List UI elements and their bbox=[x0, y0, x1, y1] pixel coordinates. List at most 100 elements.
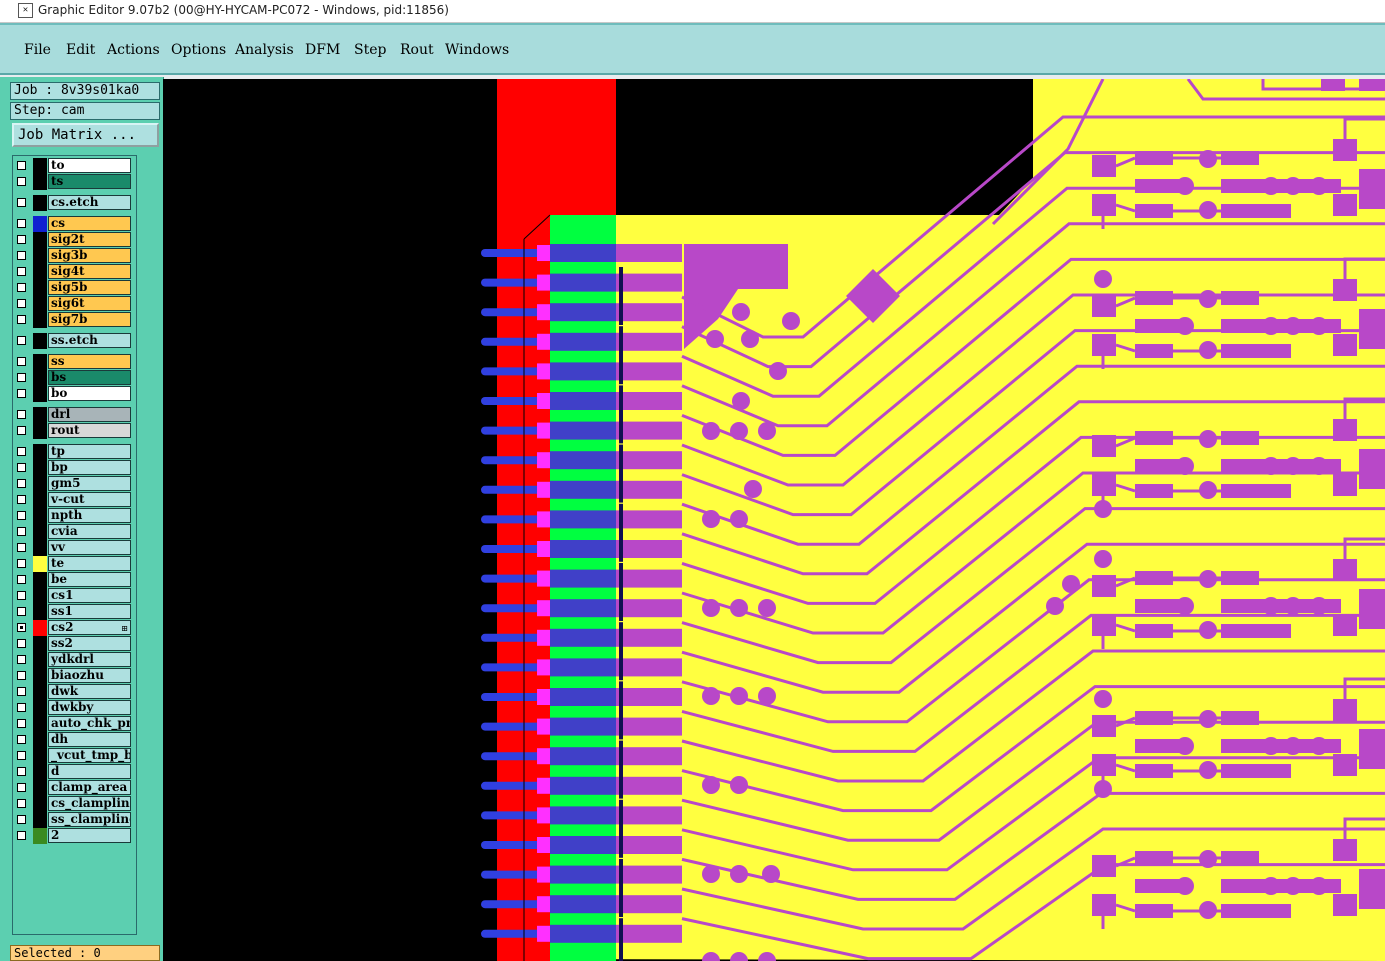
layer-name[interactable]: te bbox=[48, 556, 131, 571]
layer-row-cs-clampline[interactable]: cs_clampline bbox=[13, 796, 133, 812]
layer-name[interactable]: dwkby bbox=[48, 700, 131, 715]
layer-name[interactable]: biaozhu bbox=[48, 668, 131, 683]
layer-row-gm5[interactable]: gm5 bbox=[13, 476, 133, 492]
layer-checkbox[interactable] bbox=[17, 511, 26, 520]
layer-checkbox[interactable] bbox=[17, 495, 26, 504]
layer-row-sig5b[interactable]: sig5b bbox=[13, 280, 133, 296]
layer-color-swatch[interactable] bbox=[33, 216, 47, 232]
layer-checkbox[interactable] bbox=[17, 177, 26, 186]
layer-name[interactable]: cs_clampline bbox=[48, 796, 131, 811]
layer-name[interactable]: dh bbox=[48, 732, 131, 747]
layer-checkbox[interactable] bbox=[17, 357, 26, 366]
layer-row-sig6t[interactable]: sig6t bbox=[13, 296, 133, 312]
layer-name[interactable]: cs.etch bbox=[48, 195, 131, 210]
layer-color-swatch[interactable] bbox=[33, 652, 47, 668]
layer-color-swatch[interactable] bbox=[33, 524, 47, 540]
menu-options[interactable]: Options bbox=[171, 42, 226, 58]
layer-name[interactable]: gm5 bbox=[48, 476, 131, 491]
layer-checkbox[interactable] bbox=[17, 559, 26, 568]
layer-name[interactable]: _vcut_tmp_ba bbox=[48, 748, 131, 763]
layer-color-swatch[interactable] bbox=[33, 700, 47, 716]
layer-color-swatch[interactable] bbox=[33, 748, 47, 764]
layer-color-swatch[interactable] bbox=[33, 780, 47, 796]
layer-row-cvia[interactable]: cvia bbox=[13, 524, 133, 540]
layer-checkbox[interactable] bbox=[17, 623, 26, 632]
layer-checkbox[interactable] bbox=[17, 219, 26, 228]
menu-edit[interactable]: Edit bbox=[66, 42, 95, 58]
layer-checkbox[interactable] bbox=[17, 815, 26, 824]
layer-checkbox[interactable] bbox=[17, 639, 26, 648]
layer-checkbox[interactable] bbox=[17, 655, 26, 664]
layer-name[interactable]: sig6t bbox=[48, 296, 131, 311]
layer-checkbox[interactable] bbox=[17, 479, 26, 488]
menu-analysis[interactable]: Analysis bbox=[235, 42, 294, 58]
layer-color-swatch[interactable] bbox=[33, 248, 47, 264]
layer-row-sig2t[interactable]: sig2t bbox=[13, 232, 133, 248]
layer-row-ss2[interactable]: ss2 bbox=[13, 636, 133, 652]
layer-name[interactable]: cs bbox=[48, 216, 131, 231]
layer-color-swatch[interactable] bbox=[33, 476, 47, 492]
layer-checkbox[interactable] bbox=[17, 447, 26, 456]
layer-row-dwk[interactable]: dwk bbox=[13, 684, 133, 700]
layer-color-swatch[interactable] bbox=[33, 354, 47, 370]
layer-name[interactable]: ss2 bbox=[48, 636, 131, 651]
layer-row-cs2[interactable]: cs2 ⊞ bbox=[13, 620, 133, 636]
layer-color-swatch[interactable] bbox=[33, 492, 47, 508]
layer-color-swatch[interactable] bbox=[33, 732, 47, 748]
layer-checkbox[interactable] bbox=[17, 687, 26, 696]
layer-name[interactable]: rout bbox=[48, 423, 131, 438]
menu-rout[interactable]: Rout bbox=[400, 42, 434, 58]
layer-name[interactable]: dwk bbox=[48, 684, 131, 699]
layer-name[interactable]: cs1 bbox=[48, 588, 131, 603]
layer-color-swatch[interactable] bbox=[33, 796, 47, 812]
layer-color-swatch[interactable] bbox=[33, 280, 47, 296]
layer-color-swatch[interactable] bbox=[33, 370, 47, 386]
layer-color-swatch[interactable] bbox=[33, 812, 47, 828]
layer-row-biaozhu[interactable]: biaozhu bbox=[13, 668, 133, 684]
layer-checkbox[interactable] bbox=[17, 591, 26, 600]
layer-name[interactable]: 2 bbox=[48, 828, 131, 843]
layer-name[interactable]: drl bbox=[48, 407, 131, 422]
layer-name[interactable]: d bbox=[48, 764, 131, 779]
layer-color-swatch[interactable] bbox=[33, 158, 47, 174]
layer-name[interactable]: vv bbox=[48, 540, 131, 555]
layer-color-swatch[interactable] bbox=[33, 386, 47, 402]
layer-color-swatch[interactable] bbox=[33, 620, 47, 636]
layer-name[interactable]: bo bbox=[48, 386, 131, 401]
layer-color-swatch[interactable] bbox=[33, 232, 47, 248]
layer-name[interactable]: ss1 bbox=[48, 604, 131, 619]
layer-name[interactable]: ydkdrl bbox=[48, 652, 131, 667]
layer-color-swatch[interactable] bbox=[33, 588, 47, 604]
layer-row-rout[interactable]: rout bbox=[13, 423, 133, 439]
layer-name[interactable]: bs bbox=[48, 370, 131, 385]
layer-name[interactable]: clamp_area bbox=[48, 780, 131, 795]
pcb-canvas[interactable] bbox=[163, 79, 1385, 961]
layer-name[interactable]: ss.etch bbox=[48, 333, 131, 348]
job-matrix-button[interactable]: Job Matrix ... bbox=[12, 123, 159, 147]
layer-checkbox[interactable] bbox=[17, 251, 26, 260]
layer-name[interactable]: sig3b bbox=[48, 248, 131, 263]
layer-checkbox[interactable] bbox=[17, 463, 26, 472]
menu-dfm[interactable]: DFM bbox=[305, 42, 340, 58]
layer-name[interactable]: ss bbox=[48, 354, 131, 369]
layer-color-swatch[interactable] bbox=[33, 407, 47, 423]
layer-checkbox[interactable] bbox=[17, 767, 26, 776]
layer-color-swatch[interactable] bbox=[33, 668, 47, 684]
layer-row-bo[interactable]: bo bbox=[13, 386, 133, 402]
layer-name[interactable]: cs2 ⊞ bbox=[48, 620, 131, 635]
layer-checkbox[interactable] bbox=[17, 799, 26, 808]
layer-checkbox[interactable] bbox=[17, 426, 26, 435]
layer-checkbox[interactable] bbox=[17, 735, 26, 744]
layer-row-sig3b[interactable]: sig3b bbox=[13, 248, 133, 264]
layer-color-swatch[interactable] bbox=[33, 556, 47, 572]
layer-name[interactable]: ts bbox=[48, 174, 131, 189]
layer-checkbox[interactable] bbox=[17, 783, 26, 792]
layer-name[interactable]: sig2t bbox=[48, 232, 131, 247]
layer-color-swatch[interactable] bbox=[33, 636, 47, 652]
layer-row-dh[interactable]: dh bbox=[13, 732, 133, 748]
layer-name[interactable]: ss_clampline bbox=[48, 812, 131, 827]
layer-row-drl[interactable]: drl bbox=[13, 407, 133, 423]
layer-checkbox[interactable] bbox=[17, 389, 26, 398]
layer-row-vv[interactable]: vv bbox=[13, 540, 133, 556]
layer-checkbox[interactable] bbox=[17, 283, 26, 292]
